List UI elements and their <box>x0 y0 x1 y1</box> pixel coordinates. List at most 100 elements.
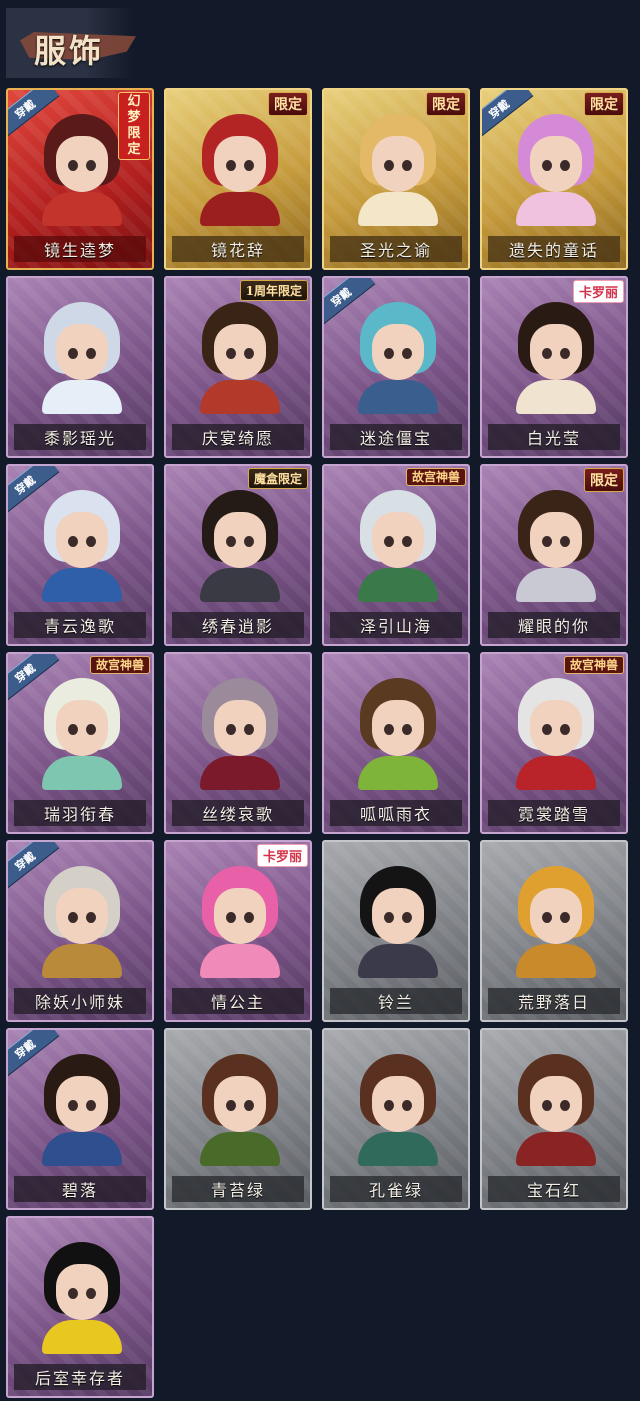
portrait-eye <box>86 1100 96 1111</box>
portrait-face <box>214 512 266 568</box>
portrait-face <box>56 512 108 568</box>
costume-page: 服饰 穿戴 幻梦限定 镜生逵梦 限定 镜花辞 限定 圣光之谕 穿戴 限定 遗失的童话黍影瑶光 1周年… <box>0 0 640 1401</box>
portrait-eye <box>542 724 552 735</box>
character-portrait <box>510 302 602 414</box>
costume-name-bar: 黍影瑶光 <box>14 424 146 450</box>
portrait-outfit <box>42 192 122 226</box>
costume-card[interactable]: 穿戴 故宫神兽 瑞羽衔春 <box>6 652 154 834</box>
costume-card[interactable]: 魔盒限定 绣春逍影 <box>164 464 312 646</box>
costume-card[interactable]: 丝缕哀歌 <box>164 652 312 834</box>
costume-card[interactable]: 穿戴 碧落 <box>6 1028 154 1210</box>
huanmeng-badge: 幻梦限定 <box>118 92 150 160</box>
costume-card[interactable]: 铃兰 <box>322 840 470 1022</box>
costume-name-bar: 宝石红 <box>488 1176 620 1202</box>
portrait-face <box>214 324 266 380</box>
costume-name: 白光莹 <box>526 429 581 448</box>
costume-card[interactable]: 穿戴 幻梦限定 镜生逵梦 <box>6 88 154 270</box>
costume-name-bar: 耀眼的你 <box>488 612 620 638</box>
costume-card[interactable]: 故宫神兽 霓裳踏雪 <box>480 652 628 834</box>
kaluoli-badge: 卡罗丽 <box>572 280 624 303</box>
portrait-eye <box>384 160 394 171</box>
portrait-eye <box>560 348 570 359</box>
portrait-eye <box>542 1100 552 1111</box>
costume-name: 荒野落日 <box>517 993 590 1012</box>
portrait-eye <box>402 912 412 923</box>
costume-name: 碧落 <box>61 1181 98 1200</box>
costume-name-bar: 镜花辞 <box>172 236 304 262</box>
portrait-eye <box>226 160 236 171</box>
portrait-face <box>214 700 266 756</box>
costume-card[interactable]: 卡罗丽白光莹 <box>480 276 628 458</box>
character-portrait <box>194 302 286 414</box>
portrait-eye <box>68 912 78 923</box>
character-portrait <box>36 678 128 790</box>
costume-card[interactable]: 限定 镜花辞 <box>164 88 312 270</box>
character-portrait <box>352 678 444 790</box>
portrait-outfit <box>42 1132 122 1166</box>
portrait-eye <box>86 724 96 735</box>
character-portrait <box>352 114 444 226</box>
portrait-eye <box>542 912 552 923</box>
costume-card[interactable]: 穿戴 除妖小师妹 <box>6 840 154 1022</box>
character-portrait <box>36 490 128 602</box>
portrait-eye <box>226 348 236 359</box>
costume-card[interactable]: 孔雀绿 <box>322 1028 470 1210</box>
costume-name: 除妖小师妹 <box>34 993 125 1012</box>
portrait-face <box>530 324 582 380</box>
character-portrait <box>36 1242 128 1354</box>
costume-card[interactable]: 荒野落日 <box>480 840 628 1022</box>
portrait-outfit <box>42 1320 122 1354</box>
costume-name-bar: 迷途僵宝 <box>330 424 462 450</box>
section-title: 服饰 <box>34 32 105 70</box>
costume-name: 遗失的童话 <box>508 241 599 260</box>
portrait-face <box>372 700 424 756</box>
costume-name-bar: 丝缕哀歌 <box>172 800 304 826</box>
costume-card[interactable]: 穿戴 迷途僵宝 <box>322 276 470 458</box>
costume-card[interactable]: 青苔绿 <box>164 1028 312 1210</box>
portrait-outfit <box>358 1132 438 1166</box>
costume-name-bar: 绣春逍影 <box>172 612 304 638</box>
portrait-outfit <box>42 944 122 978</box>
portrait-outfit <box>516 380 596 414</box>
character-portrait <box>352 866 444 978</box>
character-portrait <box>36 114 128 226</box>
costume-card[interactable]: 穿戴 青云逸歌 <box>6 464 154 646</box>
portrait-eye <box>68 348 78 359</box>
portrait-eye <box>560 1100 570 1111</box>
costume-name: 圣光之谕 <box>359 241 432 260</box>
costume-name-bar: 碧落 <box>14 1176 146 1202</box>
portrait-outfit <box>358 944 438 978</box>
character-portrait <box>510 1054 602 1166</box>
costume-name: 泽引山海 <box>359 617 432 636</box>
portrait-eye <box>560 536 570 547</box>
costume-name-bar: 青苔绿 <box>172 1176 304 1202</box>
portrait-outfit <box>42 380 122 414</box>
portrait-eye <box>86 348 96 359</box>
costume-card[interactable]: 限定 圣光之谕 <box>322 88 470 270</box>
costume-name: 青云逸歌 <box>43 617 116 636</box>
costume-name: 镜花辞 <box>210 241 265 260</box>
character-portrait <box>36 1054 128 1166</box>
portrait-eye <box>402 348 412 359</box>
costume-card[interactable]: 卡罗丽 情公主 <box>164 840 312 1022</box>
portrait-eye <box>68 1288 78 1299</box>
costume-card[interactable]: 穿戴 限定 遗失的童话 <box>480 88 628 270</box>
costume-card[interactable]: 后室幸存者 <box>6 1216 154 1398</box>
portrait-face <box>56 1264 108 1320</box>
portrait-face <box>56 888 108 944</box>
costume-card[interactable]: 限定 耀眼的你 <box>480 464 628 646</box>
costume-name: 孔雀绿 <box>368 1181 423 1200</box>
costume-name: 迷途僵宝 <box>359 429 432 448</box>
costume-name: 黍影瑶光 <box>43 429 116 448</box>
costume-card[interactable]: 故宫神兽 泽引山海 <box>322 464 470 646</box>
portrait-face <box>56 700 108 756</box>
portrait-outfit <box>516 944 596 978</box>
costume-card[interactable]: 1周年限定 庆宴绮愿 <box>164 276 312 458</box>
costume-card[interactable]: 呱呱雨衣 <box>322 652 470 834</box>
costume-card[interactable]: 宝石红 <box>480 1028 628 1210</box>
costume-name-bar: 圣光之谕 <box>330 236 462 262</box>
costume-card[interactable]: 黍影瑶光 <box>6 276 154 458</box>
portrait-face <box>372 888 424 944</box>
portrait-eye <box>244 160 254 171</box>
portrait-face <box>530 700 582 756</box>
